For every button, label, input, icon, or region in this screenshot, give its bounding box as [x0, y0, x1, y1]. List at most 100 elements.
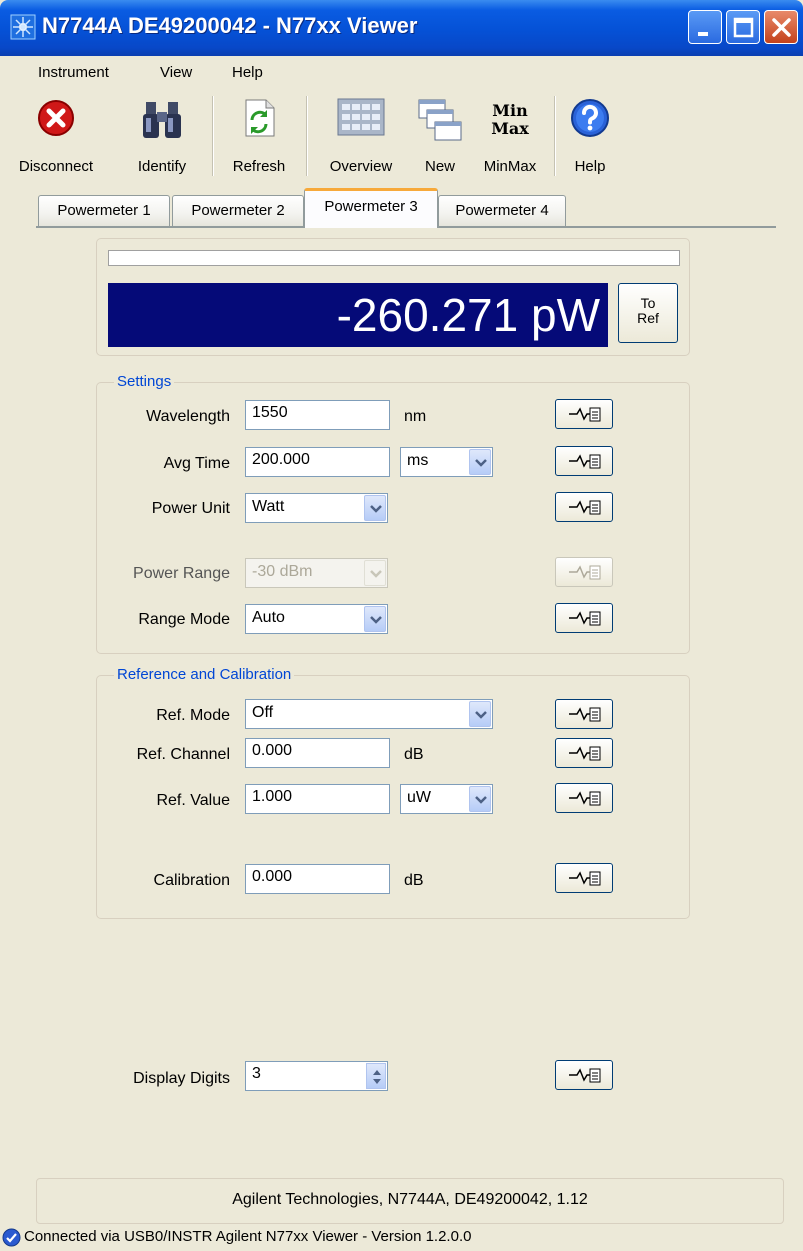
- settings-title: Settings: [114, 373, 175, 390]
- ref-channel-label: Ref. Channel: [136, 746, 230, 763]
- chevron-down-icon[interactable]: [469, 786, 491, 812]
- range-mode-select[interactable]: Auto: [245, 604, 388, 634]
- overview-label: Overview: [329, 158, 393, 175]
- title-bar[interactable]: N7744A DE49200042 - N77xx Viewer: [0, 0, 803, 56]
- help-button[interactable]: Help: [558, 92, 622, 182]
- power-unit-select[interactable]: Watt: [245, 493, 388, 523]
- binoculars-icon: [140, 98, 184, 146]
- tab-powermeter-2[interactable]: Powermeter 2: [172, 195, 304, 226]
- tab-powermeter-3[interactable]: Powermeter 3: [304, 188, 438, 228]
- tab-powermeter-1[interactable]: Powermeter 1: [38, 195, 170, 226]
- apply-avg-time-button[interactable]: [555, 446, 613, 476]
- send-to-instrument-icon: [569, 611, 601, 626]
- toolbar: Disconnect Identify Refresh Overview New…: [0, 92, 803, 188]
- disconnect-icon: [36, 98, 76, 142]
- window-title: N7744A DE49200042 - N77xx Viewer: [42, 13, 418, 38]
- refresh-button[interactable]: Refresh: [218, 92, 300, 182]
- to-ref-line2: Ref: [637, 310, 659, 326]
- power-range-value: -30 dBm: [252, 563, 313, 580]
- calibration-unit: dB: [404, 872, 424, 889]
- apply-power-range-button: [555, 557, 613, 587]
- calibration-label: Calibration: [153, 872, 230, 889]
- new-window-icon: [417, 98, 463, 148]
- status-bar: Connected via USB0/INSTR Agilent N77xx V…: [0, 1226, 803, 1249]
- wavelength-input[interactable]: 1550: [245, 400, 390, 430]
- to-ref-button[interactable]: To Ref: [618, 283, 678, 343]
- send-to-instrument-icon: [569, 1068, 601, 1083]
- display-digits-spinner[interactable]: 3: [245, 1061, 388, 1091]
- minmax-button[interactable]: Min Max MinMax: [470, 92, 550, 182]
- avg-time-unit-select[interactable]: ms: [400, 447, 493, 477]
- power-unit-value: Watt: [252, 498, 285, 515]
- power-range-label: Power Range: [133, 565, 230, 582]
- minimize-button[interactable]: [688, 10, 722, 44]
- send-to-instrument-icon: [569, 565, 601, 580]
- avg-time-input[interactable]: 200.000: [245, 447, 390, 477]
- apply-calibration-button[interactable]: [555, 863, 613, 893]
- apply-display-digits-button[interactable]: [555, 1060, 613, 1090]
- status-text: Connected via USB0/INSTR Agilent N77xx V…: [24, 1228, 472, 1245]
- ref-mode-label: Ref. Mode: [156, 707, 230, 724]
- apply-power-unit-button[interactable]: [555, 492, 613, 522]
- apply-wavelength-button[interactable]: [555, 399, 613, 429]
- power-range-select: -30 dBm: [245, 558, 388, 588]
- apply-range-mode-button[interactable]: [555, 603, 613, 633]
- ref-channel-unit: dB: [404, 746, 424, 763]
- send-to-instrument-icon: [569, 454, 601, 469]
- refresh-icon: [242, 98, 276, 142]
- chevron-down-icon[interactable]: [469, 449, 491, 475]
- toolbar-separator: [212, 96, 214, 176]
- menu-instrument[interactable]: Instrument: [38, 64, 109, 81]
- chevron-down-icon[interactable]: [364, 606, 386, 632]
- ref-channel-input[interactable]: 0.000: [245, 738, 390, 768]
- maximize-button[interactable]: [726, 10, 760, 44]
- wavelength-label: Wavelength: [146, 408, 230, 425]
- wavelength-unit: nm: [404, 408, 427, 425]
- ref-mode-value: Off: [252, 704, 274, 721]
- apply-ref-value-button[interactable]: [555, 783, 613, 813]
- disconnect-button[interactable]: Disconnect: [0, 92, 112, 182]
- ref-value-label: Ref. Value: [156, 792, 230, 809]
- to-ref-line1: To: [640, 295, 656, 311]
- ref-value-unit-select[interactable]: uW: [400, 784, 493, 814]
- new-button[interactable]: New: [410, 92, 470, 182]
- ref-mode-select[interactable]: Off: [245, 699, 493, 729]
- connected-check-icon: [2, 1228, 21, 1251]
- chevron-down-icon[interactable]: [469, 701, 491, 727]
- chevron-down-icon: [364, 560, 386, 586]
- menu-bar: Instrument View Help: [0, 58, 803, 88]
- apply-ref-mode-button[interactable]: [555, 699, 613, 729]
- calibration-input[interactable]: 0.000: [245, 864, 390, 894]
- range-mode-value: Auto: [252, 609, 285, 626]
- send-to-instrument-icon: [569, 746, 601, 761]
- identify-button[interactable]: Identify: [118, 92, 206, 182]
- ref-value-input[interactable]: 1.000: [245, 784, 390, 814]
- toolbar-separator: [554, 96, 556, 176]
- help-label: Help: [574, 158, 606, 175]
- instrument-info-text: Agilent Technologies, N7744A, DE49200042…: [232, 1191, 588, 1208]
- menu-help[interactable]: Help: [232, 64, 263, 81]
- minmax-label: MinMax: [483, 158, 537, 175]
- send-to-instrument-icon: [569, 707, 601, 722]
- apply-ref-channel-button[interactable]: [555, 738, 613, 768]
- menu-view[interactable]: View: [160, 64, 192, 81]
- identify-label: Identify: [137, 158, 187, 175]
- app-window: N7744A DE49200042 - N77xx Viewer Instrum…: [0, 0, 803, 1249]
- app-icon: [10, 14, 36, 40]
- minmax-icon: Min Max: [480, 102, 540, 138]
- overview-button[interactable]: Overview: [312, 92, 410, 182]
- avg-time-label: Avg Time: [163, 455, 230, 472]
- display-digits-value: 3: [252, 1065, 261, 1082]
- send-to-instrument-icon: [569, 791, 601, 806]
- close-button[interactable]: [764, 10, 798, 44]
- display-digits-label: Display Digits: [133, 1070, 230, 1087]
- send-to-instrument-icon: [569, 871, 601, 886]
- reference-calibration-title: Reference and Calibration: [114, 666, 295, 683]
- tab-powermeter-4[interactable]: Powermeter 4: [438, 195, 566, 226]
- spinner-arrows-icon[interactable]: [366, 1063, 386, 1089]
- minmax-icon-min: Min: [492, 101, 528, 120]
- chevron-down-icon[interactable]: [364, 495, 386, 521]
- range-mode-label: Range Mode: [138, 611, 230, 628]
- send-to-instrument-icon: [569, 407, 601, 422]
- help-icon: [570, 98, 610, 142]
